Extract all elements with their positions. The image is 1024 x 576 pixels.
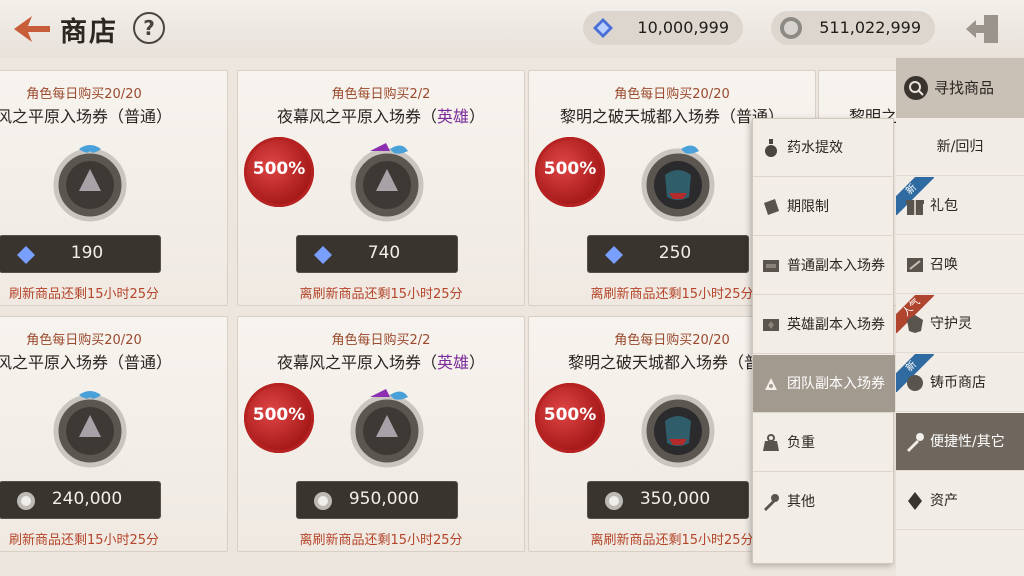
back-arrow-icon[interactable] xyxy=(10,12,54,46)
purchase-limit: 角色每日购买20/20 xyxy=(614,87,730,102)
ticket-icon xyxy=(763,260,779,272)
mint-icon xyxy=(907,375,923,391)
sidebar-item-mint-shop[interactable]: 新 铸币商店 xyxy=(896,354,1024,412)
subcategory-team-ticket[interactable]: 团队副本入场券 xyxy=(753,355,895,413)
ticket-emblem-icon xyxy=(53,145,127,222)
timer-icon xyxy=(764,199,779,215)
price-button[interactable]: 950,000 xyxy=(296,481,458,519)
exit-icon[interactable] xyxy=(962,12,1002,46)
discount-seal: 500% xyxy=(535,383,605,453)
price-button[interactable]: 240,000 xyxy=(0,481,161,519)
hero-tag: 英雄 xyxy=(436,107,469,126)
search-label: 寻找商品 xyxy=(934,79,995,97)
summon-icon xyxy=(907,258,923,272)
discount-seal: 500% xyxy=(244,383,314,453)
ticket-emblem-icon xyxy=(350,389,424,468)
purchase-limit: 角色每日购买2/2 xyxy=(331,333,431,348)
page-title: 商店 xyxy=(60,17,118,48)
ticket-emblem-icon xyxy=(641,394,715,468)
subcategory-hero-ticket[interactable]: 英雄副本入场券 xyxy=(753,296,895,354)
sidebar-item-new-return[interactable]: 新/回归 xyxy=(896,118,1024,176)
search-products-button[interactable]: 寻找商品 xyxy=(896,58,1024,118)
refresh-timer: 离刷新商品还剩15小时25分 xyxy=(299,533,463,548)
subcategory-dropdown: 药水提效 期限制 普通副本入场券 英雄副本入场券 团队副本入场券 负重 其他 xyxy=(752,118,895,564)
product-card[interactable]: 角色每日购买20/20 风之平原入场券（普通） 190 刷新商品还剩15小时25… xyxy=(0,70,228,306)
ticket-emblem-icon xyxy=(53,391,127,468)
convenience-icon xyxy=(907,433,924,452)
category-sidebar: 寻找商品 新/回归 新 礼包 召唤 人气 守护灵 新 铸币商店 便捷性/其它 资… xyxy=(896,58,1024,576)
product-name: 风之平原入场券（普通） xyxy=(0,353,172,372)
ticket-emblem-icon xyxy=(350,143,424,222)
guardian-icon xyxy=(907,315,923,333)
subcategory-other[interactable]: 其他 xyxy=(753,473,895,531)
price-value: 350,000 xyxy=(639,489,711,509)
price-value: 740 xyxy=(367,243,401,263)
hero-tag: 英雄 xyxy=(436,353,469,372)
asset-icon xyxy=(908,492,922,510)
product-card[interactable]: 角色每日购买2/2 夜幕风之平原入场券（英雄） 500% 740 离刷新商品还剩… xyxy=(237,70,525,306)
subcategory-weight[interactable]: 负重 xyxy=(753,414,895,472)
sidebar-item-guardian[interactable]: 人气 守护灵 xyxy=(896,295,1024,353)
top-bar: 商店 ? 10,000,999 511,022,999 xyxy=(0,0,1024,58)
gem-amount: 10,000,999 xyxy=(637,18,729,37)
product-name: 夜幕风之平原入场券（英雄） xyxy=(276,353,486,372)
price-button[interactable]: 740 xyxy=(296,235,458,273)
gem-currency[interactable]: 10,000,999 xyxy=(583,11,743,45)
subcategory-potion[interactable]: 药水提效 xyxy=(753,119,895,177)
subcategory-limited[interactable]: 期限制 xyxy=(753,178,895,236)
help-button[interactable]: ? xyxy=(133,12,165,44)
discount-seal: 500% xyxy=(535,137,605,207)
weight-icon xyxy=(763,434,779,451)
potion-icon xyxy=(765,139,777,157)
price-value: 950,000 xyxy=(348,489,420,509)
purchase-limit: 角色每日购买20/20 xyxy=(26,87,142,102)
misc-icon xyxy=(764,494,779,511)
price-button[interactable]: 190 xyxy=(0,235,161,273)
product-card[interactable]: 角色每日购买20/20 风之平原入场券（普通） 240,000 刷新商品还剩15… xyxy=(0,316,228,552)
purchase-limit: 角色每日购买2/2 xyxy=(331,87,431,102)
purchase-limit: 角色每日购买20/20 xyxy=(26,333,142,348)
sidebar-item-gift[interactable]: 新 礼包 xyxy=(896,177,1024,235)
subcategory-normal-ticket[interactable]: 普通副本入场券 xyxy=(753,237,895,295)
product-card[interactable]: 角色每日购买2/2 夜幕风之平原入场券（英雄） 500% 950,000 离刷新… xyxy=(237,316,525,552)
discount-seal: 500% xyxy=(244,137,314,207)
product-name: 风之平原入场券（普通） xyxy=(0,107,172,126)
price-value: 250 xyxy=(658,243,692,263)
sidebar-item-convenience[interactable]: 便捷性/其它 xyxy=(896,413,1024,471)
coin-icon xyxy=(780,17,802,39)
sidebar-item-assets[interactable]: 资产 xyxy=(896,472,1024,530)
product-name: 夜幕风之平原入场券（英雄） xyxy=(276,107,486,126)
price-button[interactable]: 350,000 xyxy=(587,481,749,519)
refresh-timer: 刷新商品还剩15小时25分 xyxy=(8,287,160,302)
price-button[interactable]: 250 xyxy=(587,235,749,273)
gift-icon xyxy=(906,200,924,215)
hero-ticket-icon xyxy=(763,319,779,331)
team-ticket-icon xyxy=(765,378,777,390)
coin-currency[interactable]: 511,022,999 xyxy=(771,11,935,45)
sidebar-item-summon[interactable]: 召唤 xyxy=(896,236,1024,294)
ticket-emblem-icon xyxy=(641,145,715,222)
refresh-timer: 刷新商品还剩15小时25分 xyxy=(8,533,160,548)
refresh-timer: 离刷新商品还剩15小时25分 xyxy=(299,287,463,302)
coin-amount: 511,022,999 xyxy=(819,18,921,37)
gem-icon xyxy=(593,18,613,38)
price-value: 240,000 xyxy=(51,489,123,509)
search-icon xyxy=(904,76,928,100)
price-value: 190 xyxy=(70,243,104,263)
